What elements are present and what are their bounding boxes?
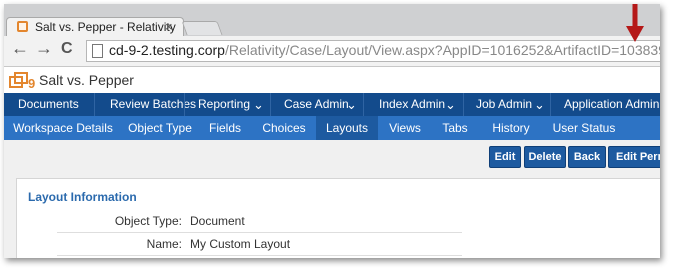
url-host: cd-9-2.testing.corp — [109, 42, 225, 58]
url-path: /Relativity/Case/Layout/View.aspx?AppID=… — [224, 42, 660, 58]
tab-workspace-details[interactable]: Workspace Details — [10, 116, 116, 140]
nav-divider — [94, 93, 95, 116]
object-type-label: Object Type: — [114, 214, 182, 228]
main-nav-case-admin[interactable]: Case Admin — [284, 93, 349, 116]
content-area: Edit Delete Back Edit Permissions Layout… — [4, 140, 660, 258]
chevron-down-icon[interactable]: ⌄ — [445, 93, 456, 116]
main-nav-reporting[interactable]: Reporting — [198, 93, 250, 116]
delete-button[interactable]: Delete — [524, 146, 566, 168]
main-nav: Documents Review Batches Reporting ⌄ Cas… — [4, 93, 660, 116]
edit-button[interactable]: Edit — [489, 146, 521, 168]
svg-text:9: 9 — [28, 76, 35, 90]
browser-window: Salt vs. Pepper - Relativity × ← → C cd-… — [4, 4, 660, 258]
nav-divider — [363, 93, 364, 116]
nav-divider — [463, 93, 464, 116]
field-divider — [57, 255, 462, 256]
name-value: My Custom Layout — [190, 237, 291, 251]
back-arrow-icon[interactable]: ← — [11, 38, 29, 59]
new-tab-button[interactable] — [181, 21, 223, 35]
chevron-down-icon[interactable]: ⌄ — [253, 93, 264, 116]
nav-divider — [270, 93, 271, 116]
relativity-favicon-icon — [17, 21, 28, 32]
url-text: cd-9-2.testing.corp/Relativity/Case/Layo… — [109, 42, 660, 58]
chevron-down-icon[interactable]: ⌄ — [534, 93, 545, 116]
app-header: 9 Salt vs. Pepper — [4, 67, 660, 93]
tab-tabs[interactable]: Tabs — [432, 116, 478, 140]
tab-history[interactable]: History — [482, 116, 540, 140]
page-icon — [92, 44, 103, 58]
name-label: Name: — [146, 237, 182, 251]
tab-choices[interactable]: Choices — [254, 116, 314, 140]
reload-icon[interactable]: C — [61, 40, 73, 58]
main-nav-documents[interactable]: Documents — [18, 93, 79, 116]
tab-user-status[interactable]: User Status — [544, 116, 624, 140]
forward-arrow-icon[interactable]: → — [35, 38, 53, 59]
relativity-logo-icon: 9 — [9, 72, 35, 90]
browser-toolbar: ← → C cd-9-2.testing.corp/Relativity/Cas… — [4, 36, 660, 67]
browser-tab[interactable]: Salt vs. Pepper - Relativity × — [6, 17, 184, 37]
tab-close-icon[interactable]: × — [165, 19, 173, 34]
sub-nav: Workspace Details Object Type Fields Cho… — [4, 116, 660, 140]
tab-object-type[interactable]: Object Type — [120, 116, 200, 140]
tab-layouts[interactable]: Layouts — [316, 116, 378, 140]
tab-title: Salt vs. Pepper - Relativity — [35, 20, 176, 34]
nav-divider — [184, 93, 185, 116]
edit-permissions-button[interactable]: Edit Permissions — [608, 146, 660, 168]
annotation-arrow-icon — [626, 4, 644, 42]
layout-information-panel: Layout Information Object Type: Document… — [16, 178, 660, 258]
tab-fields[interactable]: Fields — [202, 116, 248, 140]
tab-views[interactable]: Views — [382, 116, 428, 140]
main-nav-index-admin[interactable]: Index Admin — [379, 93, 445, 116]
field-divider — [57, 232, 462, 233]
workspace-name: Salt vs. Pepper — [39, 72, 134, 88]
section-title: Layout Information — [28, 190, 137, 204]
back-button[interactable]: Back — [568, 146, 606, 168]
chevron-down-icon[interactable]: ⌄ — [346, 93, 357, 116]
main-nav-application-admin[interactable]: Application Admin — [564, 93, 659, 116]
object-type-value: Document — [190, 214, 245, 228]
address-bar[interactable]: cd-9-2.testing.corp/Relativity/Case/Layo… — [86, 40, 660, 62]
main-nav-job-admin[interactable]: Job Admin — [476, 93, 532, 116]
tab-strip: Salt vs. Pepper - Relativity × — [4, 4, 660, 37]
nav-divider — [550, 93, 551, 116]
